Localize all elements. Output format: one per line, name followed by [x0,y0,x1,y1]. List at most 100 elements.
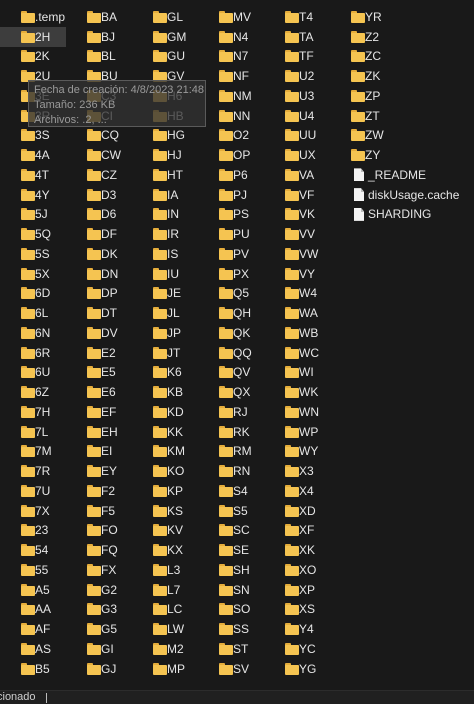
folder-item[interactable]: KV [132,521,198,541]
folder-item[interactable]: GI [66,639,132,659]
folder-item[interactable]: NN [198,106,264,126]
folder-item[interactable]: WI [264,363,330,383]
folder-item[interactable]: EI [66,442,132,462]
folder-item[interactable]: UU [264,126,330,146]
folder-item[interactable]: 5X [0,264,66,284]
file-item[interactable]: _README [330,165,426,185]
folder-item[interactable]: VV [264,224,330,244]
folder-item[interactable]: 6N [0,323,66,343]
folder-item[interactable]: CZ [66,165,132,185]
folder-item[interactable]: LW [132,619,198,639]
folder-item[interactable]: AS [0,639,66,659]
folder-item[interactable]: DT [66,303,132,323]
folder-item[interactable]: VF [264,185,330,205]
folder-item[interactable]: EF [66,402,132,422]
folder-item[interactable]: BJ [66,27,132,47]
folder-item[interactable]: 3S [0,126,66,146]
folder-item[interactable]: ZY [330,145,396,165]
folder-item[interactable]: KO [132,461,198,481]
folder-item[interactable]: QK [198,323,264,343]
folder-item[interactable]: E5 [66,363,132,383]
folder-item[interactable]: A5 [0,580,66,600]
folder-item[interactable]: X4 [264,481,330,501]
folder-item[interactable]: QQ [198,343,264,363]
folder-item[interactable]: XO [264,560,330,580]
folder-item[interactable]: E2 [66,343,132,363]
folder-item[interactable]: CW [66,145,132,165]
folder-item[interactable]: HG [132,126,198,146]
folder-item[interactable]: DN [66,264,132,284]
folder-item[interactable]: FX [66,560,132,580]
folder-item[interactable]: P6 [198,165,264,185]
folder-item[interactable]: KX [132,540,198,560]
folder-item[interactable]: VA [264,165,330,185]
folder-item[interactable]: RK [198,422,264,442]
folder-item[interactable]: HT [132,165,198,185]
folder-item[interactable]: NM [198,86,264,106]
folder-item[interactable]: U4 [264,106,330,126]
folder-item[interactable]: AA [0,600,66,620]
folder-item[interactable]: XF [264,521,330,541]
folder-item[interactable]: KP [132,481,198,501]
folder-item[interactable]: FO [66,521,132,541]
folder-item[interactable]: ZK [330,66,396,86]
folder-item[interactable]: L7 [132,580,198,600]
folder-item[interactable]: S4 [198,481,264,501]
folder-item[interactable]: GU [132,47,198,67]
folder-item[interactable]: G2 [66,580,132,600]
folder-item[interactable]: WK [264,382,330,402]
folder-item[interactable]: EY [66,461,132,481]
folder-item[interactable]: KM [132,442,198,462]
folder-item[interactable]: Z2 [330,27,396,47]
folder-item[interactable]: 4A [0,145,66,165]
folder-item[interactable]: PX [198,264,264,284]
folder-item[interactable]: X3 [264,461,330,481]
folder-item[interactable]: 6D [0,284,66,304]
folder-item[interactable]: JL [132,303,198,323]
folder-item[interactable]: 6U [0,363,66,383]
folder-item[interactable]: QX [198,382,264,402]
folder-item[interactable]: 5J [0,205,66,225]
folder-item[interactable]: 7M [0,442,66,462]
folder-item[interactable]: DV [66,323,132,343]
folder-item[interactable]: QV [198,363,264,383]
folder-item[interactable]: 5S [0,244,66,264]
folder-item[interactable]: BL [66,47,132,67]
folder-item[interactable]: JT [132,343,198,363]
folder-item[interactable]: KK [132,422,198,442]
folder-item[interactable]: RJ [198,402,264,422]
folder-item[interactable]: K6 [132,363,198,383]
folder-item[interactable]: 7U [0,481,66,501]
folder-item[interactable]: VY [264,264,330,284]
folder-item[interactable]: WP [264,422,330,442]
folder-item[interactable]: JE [132,284,198,304]
file-item[interactable]: diskUsage.cache [330,185,459,205]
folder-item[interactable]: 4Y [0,185,66,205]
folder-item[interactable]: GJ [66,659,132,679]
folder-item[interactable]: T4 [264,7,330,27]
folder-item[interactable]: F5 [66,501,132,521]
file-item[interactable]: SHARDING [330,205,431,225]
folder-item[interactable]: 55 [0,560,66,580]
folder-item[interactable]: 6Z [0,382,66,402]
folder-item[interactable]: U2 [264,66,330,86]
folder-item[interactable]: ZC [330,47,396,67]
folder-item[interactable]: G3 [66,600,132,620]
folder-item[interactable]: TF [264,47,330,67]
folder-item[interactable]: 7H [0,402,66,422]
folder-item[interactable]: DP [66,284,132,304]
folder-item[interactable]: GM [132,27,198,47]
folder-item[interactable]: 2K [0,47,66,67]
folder-item[interactable]: DF [66,224,132,244]
folder-item[interactable]: VW [264,244,330,264]
folder-item[interactable]: SO [198,600,264,620]
folder-item[interactable]: 2H [0,26,66,47]
folder-item[interactable]: Q5 [198,284,264,304]
folder-item[interactable]: XS [264,600,330,620]
folder-item[interactable]: UX [264,145,330,165]
folder-item[interactable]: D3 [66,185,132,205]
folder-item[interactable]: VK [264,205,330,225]
folder-item[interactable]: YC [264,639,330,659]
folder-item[interactable]: 6R [0,343,66,363]
folder-item[interactable]: SN [198,580,264,600]
